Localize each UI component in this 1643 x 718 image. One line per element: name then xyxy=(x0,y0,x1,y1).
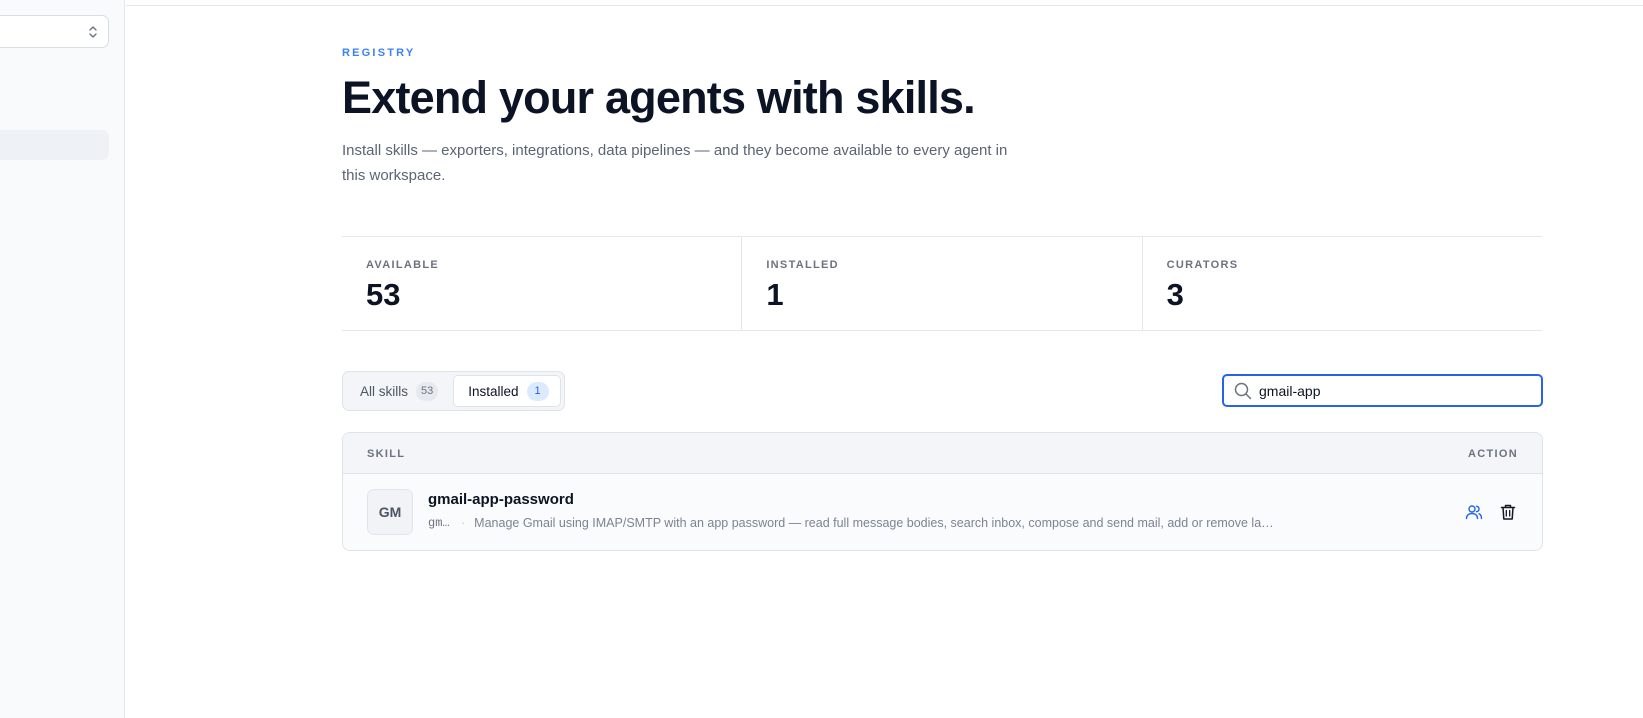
stat-value: 3 xyxy=(1166,277,1184,312)
uninstall-button[interactable] xyxy=(1498,502,1518,522)
sidebar xyxy=(0,0,125,718)
skills-table: SKILL ACTION GM gmail-app-password gm… ·… xyxy=(342,432,1543,551)
tab-label: All skills xyxy=(360,383,409,399)
table-row[interactable]: GM gmail-app-password gm… · Manage Gmail… xyxy=(343,474,1542,550)
stats-bar: AVAILABLE 53 INSTALLED 1 CURATORS 3 xyxy=(342,236,1542,331)
stat-value: 53 xyxy=(366,277,401,312)
search-icon xyxy=(1234,382,1252,399)
skill-filter-tabs: All skills 53 Installed 1 xyxy=(342,371,565,411)
tab-label: Installed xyxy=(468,383,519,399)
stat-label: INSTALLED xyxy=(766,259,839,271)
column-header-action: ACTION xyxy=(1468,448,1518,460)
stat-curators: CURATORS 3 xyxy=(1141,237,1542,330)
users-icon xyxy=(1465,505,1483,520)
section-eyebrow: REGISTRY xyxy=(342,47,416,59)
stat-value: 1 xyxy=(766,277,784,312)
column-header-skill: SKILL xyxy=(367,448,406,460)
sidebar-item-active[interactable] xyxy=(0,130,109,160)
page-description: Install skills — exporters, integrations… xyxy=(342,142,1008,184)
workspace-selector[interactable] xyxy=(0,15,109,48)
stat-label: CURATORS xyxy=(1166,259,1239,271)
stat-label: AVAILABLE xyxy=(366,259,440,271)
skill-avatar: GM xyxy=(367,489,413,535)
table-header: SKILL ACTION xyxy=(343,433,1542,474)
skill-slug: gm… xyxy=(428,516,450,530)
skill-meta: gm… · Manage Gmail using IMAP/SMTP with … xyxy=(428,516,1310,530)
stat-installed: INSTALLED 1 xyxy=(741,237,1141,330)
search-input[interactable] xyxy=(1259,382,1529,399)
skill-search xyxy=(1222,374,1543,407)
tab-all-skills[interactable]: All skills 53 xyxy=(346,375,449,407)
skill-summary: Manage Gmail using IMAP/SMTP with an app… xyxy=(474,516,1274,530)
trash-icon xyxy=(1500,504,1516,520)
row-actions xyxy=(1464,502,1518,522)
stat-available: AVAILABLE 53 xyxy=(342,237,741,330)
tab-count-badge: 53 xyxy=(416,381,439,401)
page-title: Extend your agents with skills. xyxy=(342,72,976,123)
tab-count-badge: 1 xyxy=(526,381,549,401)
manage-agents-button[interactable] xyxy=(1464,502,1484,522)
skill-name[interactable]: gmail-app-password xyxy=(428,491,574,508)
topbar-divider xyxy=(126,5,1643,6)
chevron-up-down-icon xyxy=(89,26,97,38)
meta-separator: · xyxy=(461,516,466,530)
tab-installed[interactable]: Installed 1 xyxy=(453,375,561,407)
